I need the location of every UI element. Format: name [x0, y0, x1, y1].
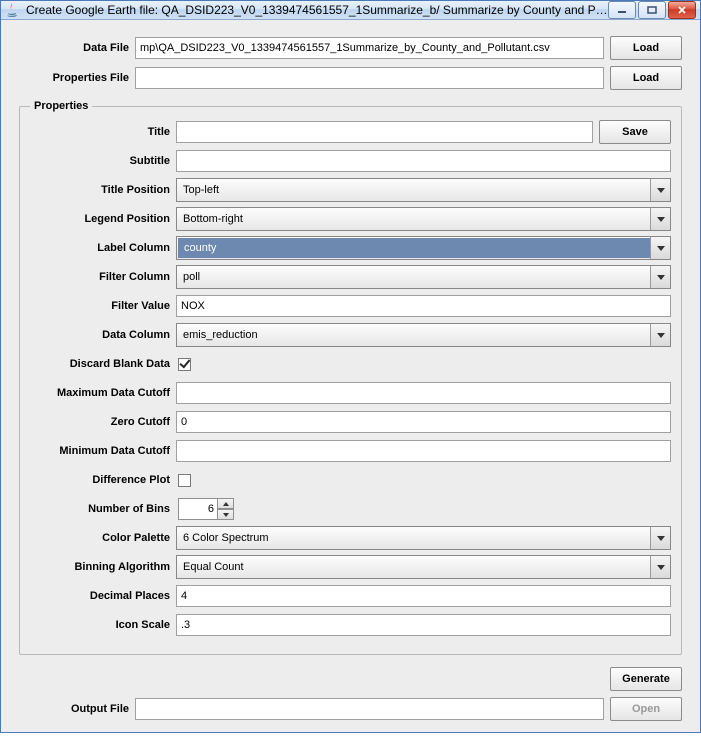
min-cutoff-label: Minimum Data Cutoff	[30, 445, 170, 457]
app-window: Create Google Earth file: QA_DSID223_V0_…	[0, 0, 701, 733]
filter-column-combo[interactable]: poll	[176, 265, 671, 289]
chevron-down-icon	[650, 324, 670, 346]
subtitle-label: Subtitle	[30, 155, 170, 167]
properties-legend: Properties	[30, 100, 92, 112]
title-position-label: Title Position	[30, 184, 170, 196]
icon-scale-input[interactable]	[176, 614, 671, 636]
spinner-up-button[interactable]	[218, 498, 234, 509]
chevron-down-icon	[650, 556, 670, 578]
output-file-input[interactable]	[135, 698, 604, 720]
icon-scale-label: Icon Scale	[30, 619, 170, 631]
zero-cutoff-input[interactable]	[176, 411, 671, 433]
num-bins-input[interactable]	[178, 498, 218, 520]
num-bins-spinner[interactable]	[178, 498, 234, 520]
content-area: Data File Load Properties File Load Prop…	[1, 20, 700, 739]
load-properties-file-button[interactable]: Load	[610, 66, 682, 90]
label-column-combo[interactable]: county	[176, 236, 671, 260]
filter-column-value: poll	[177, 271, 650, 283]
data-file-label: Data File	[19, 42, 129, 54]
max-cutoff-label: Maximum Data Cutoff	[30, 387, 170, 399]
chevron-down-icon	[650, 266, 670, 288]
label-column-value: county	[178, 238, 650, 258]
zero-cutoff-label: Zero Cutoff	[30, 416, 170, 428]
discard-blank-label: Discard Blank Data	[30, 358, 170, 370]
discard-blank-checkbox[interactable]	[178, 358, 191, 371]
legend-position-value: Bottom-right	[177, 213, 650, 225]
properties-file-input[interactable]	[135, 67, 604, 89]
close-button[interactable]	[668, 1, 696, 19]
legend-position-combo[interactable]: Bottom-right	[176, 207, 671, 231]
spinner-down-button[interactable]	[218, 509, 234, 520]
filter-column-label: Filter Column	[30, 271, 170, 283]
color-palette-combo[interactable]: 6 Color Spectrum	[176, 526, 671, 550]
properties-file-label: Properties File	[19, 72, 129, 84]
titlebar: Create Google Earth file: QA_DSID223_V0_…	[1, 1, 700, 20]
filter-value-input[interactable]	[176, 295, 671, 317]
open-output-button[interactable]: Open	[610, 697, 682, 721]
max-cutoff-input[interactable]	[176, 382, 671, 404]
minimize-button[interactable]	[608, 1, 636, 19]
generate-button[interactable]: Generate	[610, 667, 682, 691]
bottom-area: Generate Output File Open	[19, 667, 682, 721]
min-cutoff-input[interactable]	[176, 440, 671, 462]
data-column-combo[interactable]: emis_reduction	[176, 323, 671, 347]
difference-plot-checkbox[interactable]	[178, 474, 191, 487]
data-column-value: emis_reduction	[177, 329, 650, 341]
data-column-label: Data Column	[30, 329, 170, 341]
title-label: Title	[30, 126, 170, 138]
chevron-down-icon	[650, 527, 670, 549]
binning-algorithm-combo[interactable]: Equal Count	[176, 555, 671, 579]
maximize-button[interactable]	[638, 1, 666, 19]
color-palette-value: 6 Color Spectrum	[177, 532, 650, 544]
java-icon	[5, 2, 21, 18]
chevron-down-icon	[650, 208, 670, 230]
title-position-value: Top-left	[177, 184, 650, 196]
window-title: Create Google Earth file: QA_DSID223_V0_…	[26, 3, 608, 17]
color-palette-label: Color Palette	[30, 532, 170, 544]
chevron-down-icon	[650, 237, 670, 259]
data-file-input[interactable]	[135, 37, 604, 59]
output-file-label: Output File	[19, 703, 129, 715]
legend-position-label: Legend Position	[30, 213, 170, 225]
binning-algorithm-label: Binning Algorithm	[30, 561, 170, 573]
chevron-down-icon	[650, 179, 670, 201]
properties-group: Properties Title Save Subtitle Title Pos…	[19, 100, 682, 655]
subtitle-input[interactable]	[176, 150, 671, 172]
decimal-places-label: Decimal Places	[30, 590, 170, 602]
label-column-label: Label Column	[30, 242, 170, 254]
load-data-file-button[interactable]: Load	[610, 36, 682, 60]
difference-plot-label: Difference Plot	[30, 474, 170, 486]
save-properties-button[interactable]: Save	[599, 120, 671, 144]
title-position-combo[interactable]: Top-left	[176, 178, 671, 202]
num-bins-label: Number of Bins	[30, 503, 170, 515]
window-controls	[608, 1, 696, 19]
title-input[interactable]	[176, 121, 593, 143]
decimal-places-input[interactable]	[176, 585, 671, 607]
filter-value-label: Filter Value	[30, 300, 170, 312]
binning-algorithm-value: Equal Count	[177, 561, 650, 573]
